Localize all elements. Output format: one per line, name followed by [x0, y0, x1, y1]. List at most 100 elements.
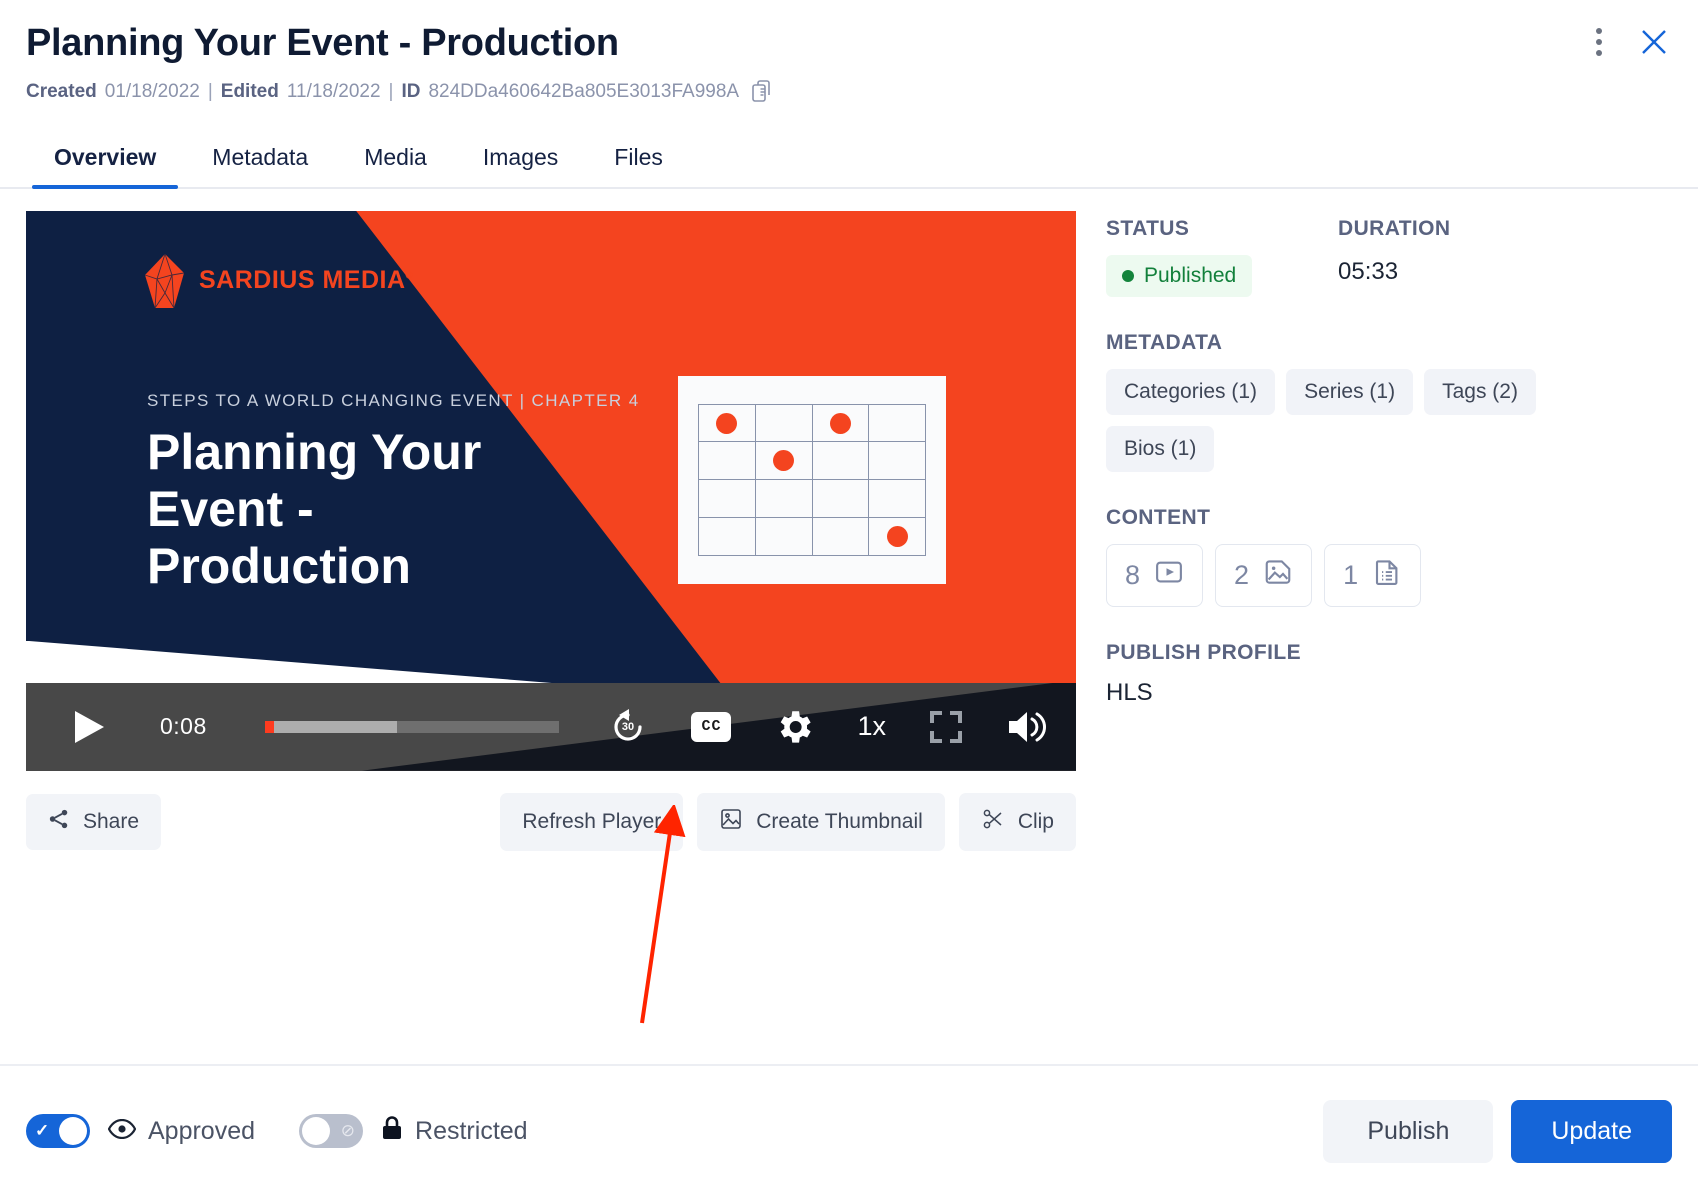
duration-value: 05:33 — [1338, 257, 1399, 285]
status-badge: Published — [1106, 254, 1253, 297]
created-label: Created — [26, 80, 97, 102]
clip-label: Clip — [1017, 809, 1054, 833]
meta-separator-1: | — [207, 80, 213, 102]
gem-icon — [144, 253, 185, 308]
brand-name: SARDIUS MEDIA® — [199, 266, 414, 295]
publish-profile-block: PUBLISH PROFILE HLS — [1106, 641, 1666, 707]
id-label: ID — [401, 80, 421, 102]
edited-label: Edited — [220, 80, 279, 102]
create-thumbnail-label: Create Thumbnail — [756, 809, 923, 833]
chip-series[interactable]: Series (1) — [1286, 368, 1414, 415]
grid-cell — [869, 404, 926, 443]
duration-block: DURATION 05:33 — [1338, 217, 1450, 297]
id-value: 824DDa460642Ba805E3013FA998A — [428, 80, 740, 102]
more-vertical-icon[interactable] — [1592, 24, 1606, 60]
slide-title: Planning Your Event - Production — [147, 423, 482, 594]
publish-button[interactable]: Publish — [1323, 1099, 1494, 1163]
content-videos-count: 8 — [1125, 559, 1141, 590]
close-icon[interactable] — [1636, 24, 1672, 60]
grid-dot — [829, 412, 851, 434]
content-block: CONTENT 8 2 1 — [1106, 506, 1666, 607]
volume-icon[interactable] — [1006, 708, 1048, 746]
image-icon — [1263, 557, 1293, 594]
grid-cell — [869, 517, 926, 556]
grid-dot — [886, 525, 908, 547]
status-dot-icon — [1122, 269, 1134, 282]
meta-line: Created 01/18/2022 | Edited 11/18/2022 |… — [26, 79, 1672, 104]
grid-cell — [755, 480, 813, 518]
approved-label-group: Approved — [107, 1116, 256, 1146]
tab-metadata[interactable]: Metadata — [184, 134, 336, 187]
duration-label: DURATION — [1338, 216, 1451, 240]
player-controls: 0:08 30 CC 1x — [26, 682, 1076, 771]
chip-tags[interactable]: Tags (2) — [1424, 368, 1536, 415]
grid-cell — [755, 404, 813, 443]
restricted-label: Restricted — [415, 1116, 528, 1145]
grid-cell — [755, 517, 813, 556]
playback-speed-button[interactable]: 1x — [857, 711, 886, 742]
lock-icon — [381, 1115, 403, 1148]
dialog-body: SARDIUS MEDIA® STEPS TO A WORLD CHANGING… — [0, 189, 1698, 851]
update-button[interactable]: Update — [1511, 1099, 1672, 1163]
grid-cell — [812, 480, 870, 518]
restricted-toggle-knob — [302, 1117, 331, 1145]
chip-bios[interactable]: Bios (1) — [1106, 425, 1215, 472]
clip-button[interactable]: Clip — [958, 792, 1076, 851]
tab-files[interactable]: Files — [586, 134, 691, 187]
approved-toggle-knob — [59, 1117, 87, 1145]
page-title: Planning Your Event - Production — [26, 22, 619, 64]
publish-profile-value: HLS — [1106, 678, 1153, 706]
play-button[interactable] — [72, 709, 106, 745]
content-videos[interactable]: 8 — [1106, 543, 1204, 607]
grid-cell — [812, 404, 870, 443]
gear-icon[interactable] — [773, 706, 815, 748]
tab-overview[interactable]: Overview — [26, 134, 184, 189]
approved-label: Approved — [148, 1116, 256, 1145]
closed-captions-icon[interactable]: CC — [691, 711, 732, 742]
metadata-block: METADATA Categories (1) Series (1) Tags … — [1106, 331, 1666, 472]
progress-buffered — [264, 720, 398, 733]
video-icon — [1154, 557, 1184, 594]
grid-cell — [812, 517, 870, 556]
grid-cell — [869, 442, 926, 481]
progress-bar[interactable] — [264, 720, 559, 733]
metadata-chips: Categories (1) Series (1) Tags (2) Bios … — [1106, 368, 1576, 472]
player-actions-right: Refresh Player Create Thumbnail Clip — [500, 792, 1076, 851]
approved-toggle[interactable]: ✓ — [26, 1114, 90, 1148]
grid-dot — [773, 450, 795, 472]
edited-value: 11/18/2022 — [286, 80, 381, 102]
current-time: 0:08 — [160, 713, 207, 740]
rewind-30-icon[interactable]: 30 — [607, 706, 649, 748]
publish-profile-label: PUBLISH PROFILE — [1106, 640, 1302, 664]
create-thumbnail-button[interactable]: Create Thumbnail — [697, 792, 945, 851]
status-label: STATUS — [1106, 216, 1190, 240]
refresh-player-button[interactable]: Refresh Player — [500, 792, 684, 851]
restricted-toggle[interactable]: ⊘ — [299, 1114, 364, 1148]
video-player[interactable]: SARDIUS MEDIA® STEPS TO A WORLD CHANGING… — [26, 210, 1076, 771]
dialog-header: Planning Your Event - Production Created… — [0, 0, 1698, 104]
dialog-footer: ✓ Approved ⊘ Restricted Publish Update — [0, 1064, 1698, 1196]
content-images[interactable]: 2 — [1215, 543, 1313, 607]
content-documents[interactable]: 1 — [1324, 543, 1422, 607]
tab-media[interactable]: Media — [336, 134, 455, 187]
tab-bar: Overview Metadata Media Images Files — [0, 134, 1698, 189]
slide-eyebrow: STEPS TO A WORLD CHANGING EVENT | CHAPTE… — [147, 390, 640, 410]
share-icon — [48, 808, 70, 836]
tab-images[interactable]: Images — [455, 134, 586, 187]
player-icon-group: 30 CC 1x — [607, 706, 1054, 748]
chip-categories[interactable]: Categories (1) — [1106, 368, 1276, 415]
copy-icon[interactable] — [751, 79, 773, 104]
grid-cell — [755, 442, 813, 481]
details-sidebar: STATUS Published DURATION 05:33 METADATA… — [1106, 211, 1666, 851]
fullscreen-icon[interactable] — [928, 709, 964, 745]
content-documents-count: 1 — [1343, 559, 1359, 590]
progress-played — [264, 720, 275, 733]
content-counts: 8 2 1 — [1106, 543, 1666, 607]
scissors-icon — [981, 807, 1005, 837]
image-icon — [719, 807, 743, 837]
share-button[interactable]: Share — [26, 793, 162, 850]
player-column: SARDIUS MEDIA® STEPS TO A WORLD CHANGING… — [26, 210, 1076, 851]
svg-text:30: 30 — [622, 721, 634, 733]
grid-cell — [699, 442, 756, 481]
grid-cells — [698, 403, 926, 556]
